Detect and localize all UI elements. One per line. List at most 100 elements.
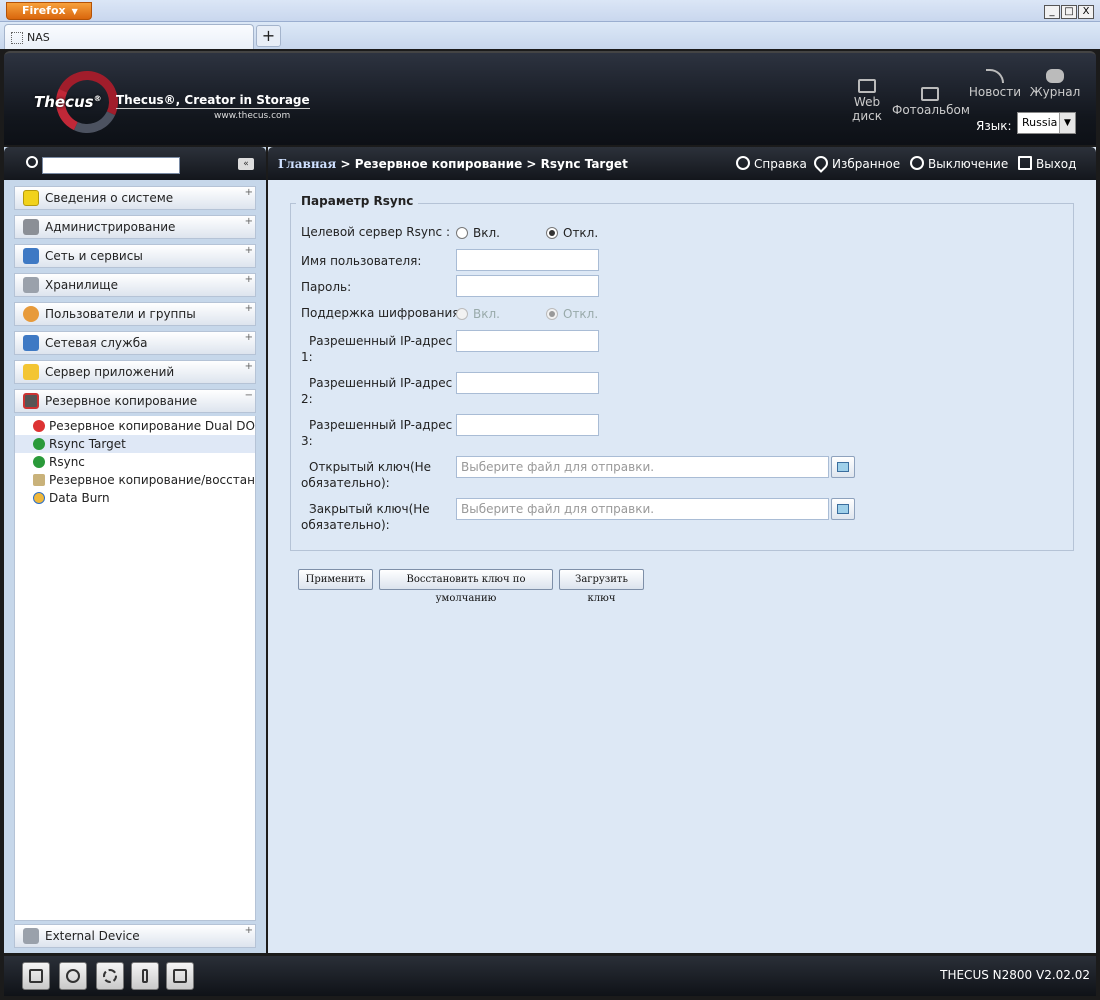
disk-icon[interactable] (59, 962, 87, 990)
expand-icon[interactable]: + (245, 188, 253, 198)
fan-icon[interactable] (96, 962, 124, 990)
maximize-button[interactable]: □ (1061, 5, 1077, 19)
upload-key-button[interactable]: Загрузить ключ (559, 569, 644, 604)
log-link[interactable]: Журнал (1028, 69, 1082, 99)
chevron-down-icon: ▼ (1059, 113, 1075, 133)
password-field[interactable] (456, 275, 599, 297)
expand-icon[interactable]: + (245, 246, 253, 256)
sidebar-item-label: Сервер приложений (45, 365, 175, 379)
brand-logo: Thecus® (34, 93, 102, 111)
tree-item-rsync-target[interactable]: Rsync Target (15, 435, 255, 453)
log-icon (1046, 69, 1064, 83)
dual-dom-icon (33, 420, 45, 432)
radio-label: Вкл. (473, 226, 500, 240)
favorites-label: Избранное (832, 157, 901, 171)
language-value: Russia (1022, 116, 1058, 129)
storage-icon (23, 277, 39, 293)
breadcrumb-home-link[interactable]: Главная (278, 157, 336, 171)
expand-icon[interactable]: + (245, 926, 253, 936)
collapse-sidebar-button[interactable]: « (238, 158, 254, 170)
username-field[interactable] (456, 249, 599, 271)
nas-header: Thecus® Thecus®, Creator in Storage www.… (4, 51, 1096, 145)
help-label: Справка (754, 157, 807, 171)
web-disk-icon (858, 79, 876, 93)
sidebar-item-network-service[interactable]: Сетевая служба + (14, 331, 256, 355)
encryption-on-radio[interactable]: Вкл. (456, 307, 500, 321)
allowed-ip-1-field[interactable] (456, 330, 599, 352)
new-tab-button[interactable]: + (256, 25, 281, 47)
sidebar-search-bar: « (4, 147, 266, 180)
allowed-ip-3-field[interactable] (456, 414, 599, 436)
sidebar-item-label: Сведения о системе (45, 191, 174, 205)
network-service-icon (23, 335, 39, 351)
private-key-file-field[interactable]: Выберите файл для отправки. (456, 498, 829, 520)
favorites-link[interactable]: Избранное (811, 153, 901, 173)
encryption-off-radio[interactable]: Откл. (546, 307, 598, 321)
close-window-button[interactable]: X (1078, 5, 1094, 19)
sidebar-item-administration[interactable]: Администрирование + (14, 215, 256, 239)
target-on-radio[interactable]: Вкл. (456, 226, 500, 240)
sidebar-item-label: Сетевая служба (45, 336, 148, 350)
expand-icon[interactable]: + (245, 333, 253, 343)
expand-icon[interactable]: + (245, 275, 253, 285)
minimize-button[interactable]: _ (1044, 5, 1060, 19)
help-link[interactable]: Справка (736, 156, 807, 171)
tree-item-label: Резервное копирование/восстановление (49, 473, 255, 487)
firefox-menu-label: Firefox (22, 4, 66, 17)
expand-icon[interactable]: + (245, 217, 253, 227)
web-disk-label-2: диск (852, 109, 882, 123)
rsync-target-icon (33, 438, 45, 450)
search-icon (26, 156, 38, 168)
backup-icon (23, 393, 39, 409)
sidebar-item-label: Хранилище (45, 278, 118, 292)
allowed-ip-2-field[interactable] (456, 372, 599, 394)
collapse-icon[interactable]: − (245, 391, 253, 401)
sidebar-item-external-device[interactable]: External Device + (14, 924, 256, 948)
search-input[interactable] (42, 157, 180, 174)
main-panel: Главная > Резервное копирование > Rsync … (268, 147, 1096, 953)
rsync-icon (33, 456, 45, 468)
language-select[interactable]: Russia ▼ (1017, 112, 1076, 134)
tree-item-dual-dom[interactable]: Резервное копирование Dual DOM (15, 417, 255, 435)
breadcrumb-path: > Резервное копирование > Rsync Target (336, 157, 628, 171)
shutdown-link[interactable]: Выключение (910, 156, 1008, 171)
tree-item-data-burn[interactable]: Data Burn (15, 489, 255, 507)
chevron-down-icon: ▼ (71, 7, 78, 16)
sidebar-item-backup[interactable]: Резервное копирование − (14, 389, 256, 413)
username-label: Имя пользователя: (301, 254, 422, 268)
apply-button[interactable]: Применить (298, 569, 373, 590)
breadcrumb: Главная > Резервное копирование > Rsync … (278, 157, 628, 171)
photo-album-icon (921, 87, 939, 101)
network-tree-icon[interactable] (166, 962, 194, 990)
thermometer-icon[interactable] (131, 962, 159, 990)
rsync-params-legend: Параметр Rsync (296, 194, 419, 208)
sidebar-item-storage[interactable]: Хранилище + (14, 273, 256, 297)
sidebar-item-system-info[interactable]: Сведения о системе + (14, 186, 256, 210)
tree-item-backup-restore[interactable]: Резервное копирование/восстановление (15, 471, 255, 489)
browser-tabbar: NAS + (0, 22, 1100, 49)
private-key-browse-button[interactable] (831, 498, 855, 520)
restore-default-key-button[interactable]: Восстановить ключ по умолчанию (379, 569, 553, 604)
public-key-file-field[interactable]: Выберите файл для отправки. (456, 456, 829, 478)
news-label: Новости (968, 85, 1022, 99)
heart-icon (811, 153, 831, 173)
target-off-radio[interactable]: Откл. (546, 226, 598, 240)
tree-item-label: Data Burn (49, 491, 110, 505)
sidebar-item-users-groups[interactable]: Пользователи и группы + (14, 302, 256, 326)
tree-item-label: Rsync (49, 455, 85, 469)
firefox-menu-button[interactable]: Firefox ▼ (6, 2, 92, 20)
status-bar: THECUS N2800 V2.02.02 (4, 956, 1096, 996)
logout-link[interactable]: Выход (1018, 156, 1076, 171)
radio-icon (456, 227, 468, 239)
sidebar-item-network[interactable]: Сеть и сервисы + (14, 244, 256, 268)
news-link[interactable]: Новости (968, 69, 1022, 99)
public-key-browse-button[interactable] (831, 456, 855, 478)
tree-item-rsync[interactable]: Rsync (15, 453, 255, 471)
sidebar-item-app-server[interactable]: Сервер приложений + (14, 360, 256, 384)
server-icon[interactable] (22, 962, 50, 990)
browser-tab-nas[interactable]: NAS (4, 24, 254, 49)
photo-album-link[interactable]: Фотоальбом (892, 87, 970, 117)
web-disk-link[interactable]: Web диск (850, 79, 884, 123)
expand-icon[interactable]: + (245, 304, 253, 314)
expand-icon[interactable]: + (245, 362, 253, 372)
